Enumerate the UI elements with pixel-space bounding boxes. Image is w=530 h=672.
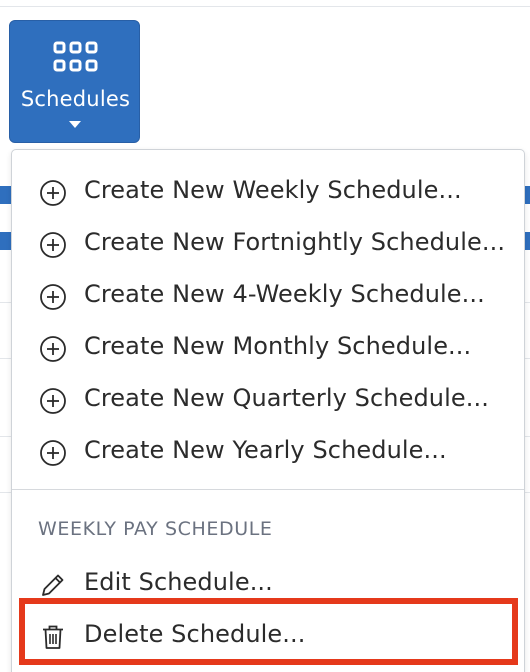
menu-item-label: Create New Yearly Schedule...: [84, 436, 447, 464]
menu-item-label: Delete Schedule...: [84, 620, 306, 648]
schedules-button[interactable]: Schedules: [9, 20, 140, 143]
grid-icon: [53, 41, 98, 72]
menu-item-label: Create New Weekly Schedule...: [84, 176, 462, 204]
plus-circle-icon: [40, 388, 66, 414]
menu-item-label: Create New Fortnightly Schedule...: [84, 228, 506, 256]
menu-item-delete-schedule[interactable]: Delete Schedule...: [12, 609, 524, 661]
background-divider: [0, 6, 530, 7]
menu-item-create-yearly[interactable]: Create New Yearly Schedule...: [12, 425, 524, 477]
menu-item-create-monthly[interactable]: Create New Monthly Schedule...: [12, 321, 524, 373]
menu-item-label: Create New Monthly Schedule...: [84, 332, 472, 360]
plus-circle-icon: [40, 336, 66, 362]
trash-icon: [43, 625, 63, 649]
menu-item-create-4-weekly[interactable]: Create New 4-Weekly Schedule...: [12, 269, 524, 321]
schedules-button-label: Schedules: [20, 87, 131, 111]
caret-down-icon: [69, 121, 81, 128]
plus-circle-icon: [40, 232, 66, 258]
menu-item-label: Edit Schedule...: [84, 568, 273, 596]
plus-circle-icon: [40, 440, 66, 466]
plus-circle-icon: [40, 180, 66, 206]
schedules-dropdown-menu: Create New Weekly Schedule... Create New…: [11, 149, 525, 672]
page: Schedules Create New Weekly Schedule... …: [0, 0, 530, 672]
menu-divider: [12, 489, 524, 490]
menu-section-heading: WEEKLY PAY SCHEDULE: [38, 518, 273, 540]
menu-item-label: Create New 4-Weekly Schedule...: [84, 280, 485, 308]
menu-item-edit-schedule[interactable]: Edit Schedule...: [12, 557, 524, 609]
menu-item-create-weekly[interactable]: Create New Weekly Schedule...: [12, 165, 524, 217]
menu-item-create-fortnightly[interactable]: Create New Fortnightly Schedule...: [12, 217, 524, 269]
plus-circle-icon: [40, 284, 66, 310]
menu-item-label: Create New Quarterly Schedule...: [84, 384, 489, 412]
pencil-icon: [42, 574, 64, 596]
menu-item-create-quarterly[interactable]: Create New Quarterly Schedule...: [12, 373, 524, 425]
